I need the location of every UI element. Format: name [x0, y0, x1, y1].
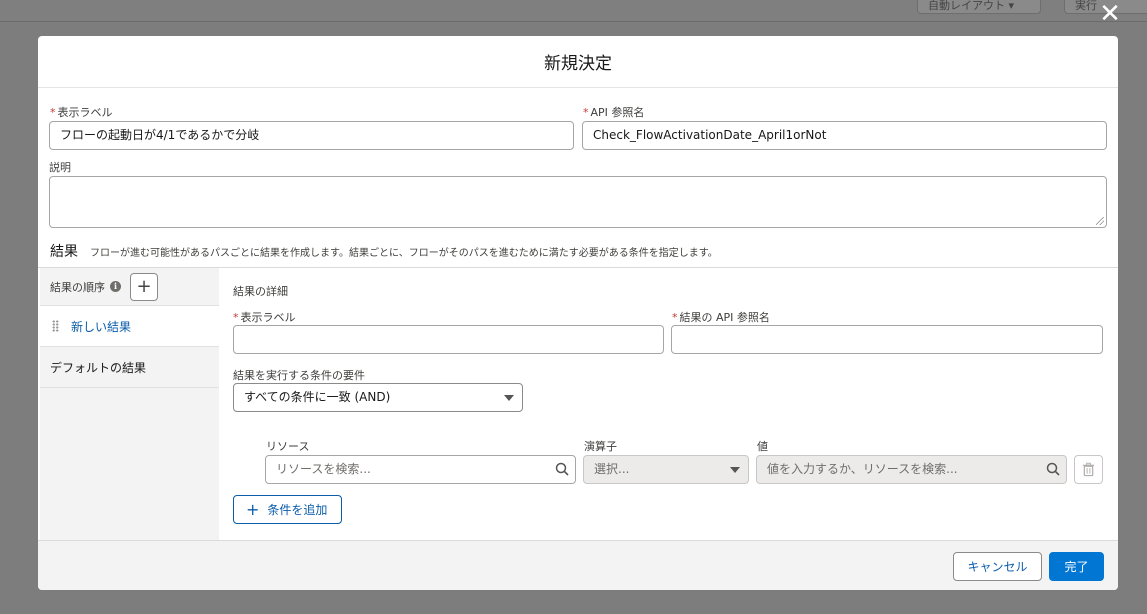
outcome-api-name-input[interactable] [671, 325, 1103, 354]
outcome-details-heading: 結果の詳細 [233, 285, 288, 298]
search-icon [1046, 462, 1060, 476]
delete-condition-button[interactable] [1074, 455, 1103, 484]
resize-handle-icon[interactable] [1096, 217, 1104, 225]
modal-footer: キャンセル 完了 [38, 540, 1118, 590]
outcome-order-pane: 結果の順序 i + 新しい結果 デフォルトの結果 [40, 268, 219, 541]
drag-handle-icon[interactable] [52, 320, 59, 332]
modal-header: 新規決定 [38, 36, 1118, 88]
description-label: 説明 [49, 161, 71, 174]
results-title: 結果 [50, 244, 78, 260]
value-search-input[interactable]: 値を入力するか、リソースを検索... [756, 455, 1067, 484]
value-label: 値 [757, 440, 768, 453]
plus-icon: + [246, 499, 260, 519]
api-name-input[interactable]: Check_FlowActivationDate_April1orNot [582, 121, 1107, 150]
cancel-button[interactable]: キャンセル [953, 552, 1042, 581]
api-name-label: * API 参照名 [583, 106, 645, 119]
background-layout-button: 自動レイアウト ▾ [917, 0, 1041, 14]
outcome-order-header: 結果の順序 i + [40, 268, 219, 306]
outcome-display-label-label: * 表示ラベル [233, 311, 296, 324]
results-description: フローが進む可能性があるパスごとに結果を作成します。結果ごとに、フローがそのパス… [90, 248, 718, 259]
done-button[interactable]: 完了 [1049, 552, 1104, 581]
required-marker: * [672, 311, 678, 324]
outcome-display-label-input[interactable] [233, 325, 664, 354]
outcome-details-pane: 結果の詳細 * 表示ラベル * 結果の API 参照名 結果を実行する条件の要件 す… [219, 268, 1118, 541]
required-marker: * [233, 311, 239, 324]
outcome-order-label: 結果の順序 [50, 280, 105, 294]
display-label-label: * 表示ラベル [50, 106, 113, 119]
description-textarea[interactable] [49, 176, 1107, 228]
outcome-item-default[interactable]: デフォルトの結果 [40, 347, 219, 388]
info-icon[interactable]: i [110, 281, 121, 292]
required-marker: * [583, 106, 589, 119]
outcome-item-label: 新しい結果 [71, 319, 132, 334]
new-decision-modal: 新規決定 * 表示ラベル フローの起動日が4/1であるかで分岐 * API 参照名 … [38, 36, 1118, 590]
close-icon[interactable]: ✕ [1098, 1, 1122, 27]
required-marker: * [50, 106, 56, 119]
search-icon [555, 462, 569, 476]
condition-requirement-label: 結果を実行する条件の要件 [233, 369, 365, 382]
outcome-item-label: デフォルトの結果 [50, 360, 147, 375]
resource-label: リソース [266, 440, 310, 453]
outcome-api-name-label: * 結果の API 参照名 [672, 311, 770, 324]
chevron-down-icon [504, 395, 514, 401]
chevron-down-icon [730, 467, 740, 473]
operator-label: 演算子 [584, 440, 617, 453]
modal-title: 新規決定 [544, 54, 612, 74]
resource-search-input[interactable]: リソースを検索... [265, 455, 576, 484]
results-area: 結果の順序 i + 新しい結果 デフォルトの結果 結果の詳細 * 表示ラベル * 結… [38, 267, 1118, 541]
display-label-input[interactable]: フローの起動日が4/1であるかで分岐 [49, 121, 574, 150]
trash-icon [1082, 462, 1095, 477]
add-condition-button[interactable]: + 条件を追加 [233, 495, 343, 524]
condition-requirement-select[interactable]: すべての条件に一致 (AND) [233, 383, 523, 412]
add-outcome-button[interactable]: + [130, 272, 158, 301]
operator-select[interactable]: 選択... [583, 455, 749, 484]
outcome-item-new[interactable]: 新しい結果 [40, 306, 219, 347]
